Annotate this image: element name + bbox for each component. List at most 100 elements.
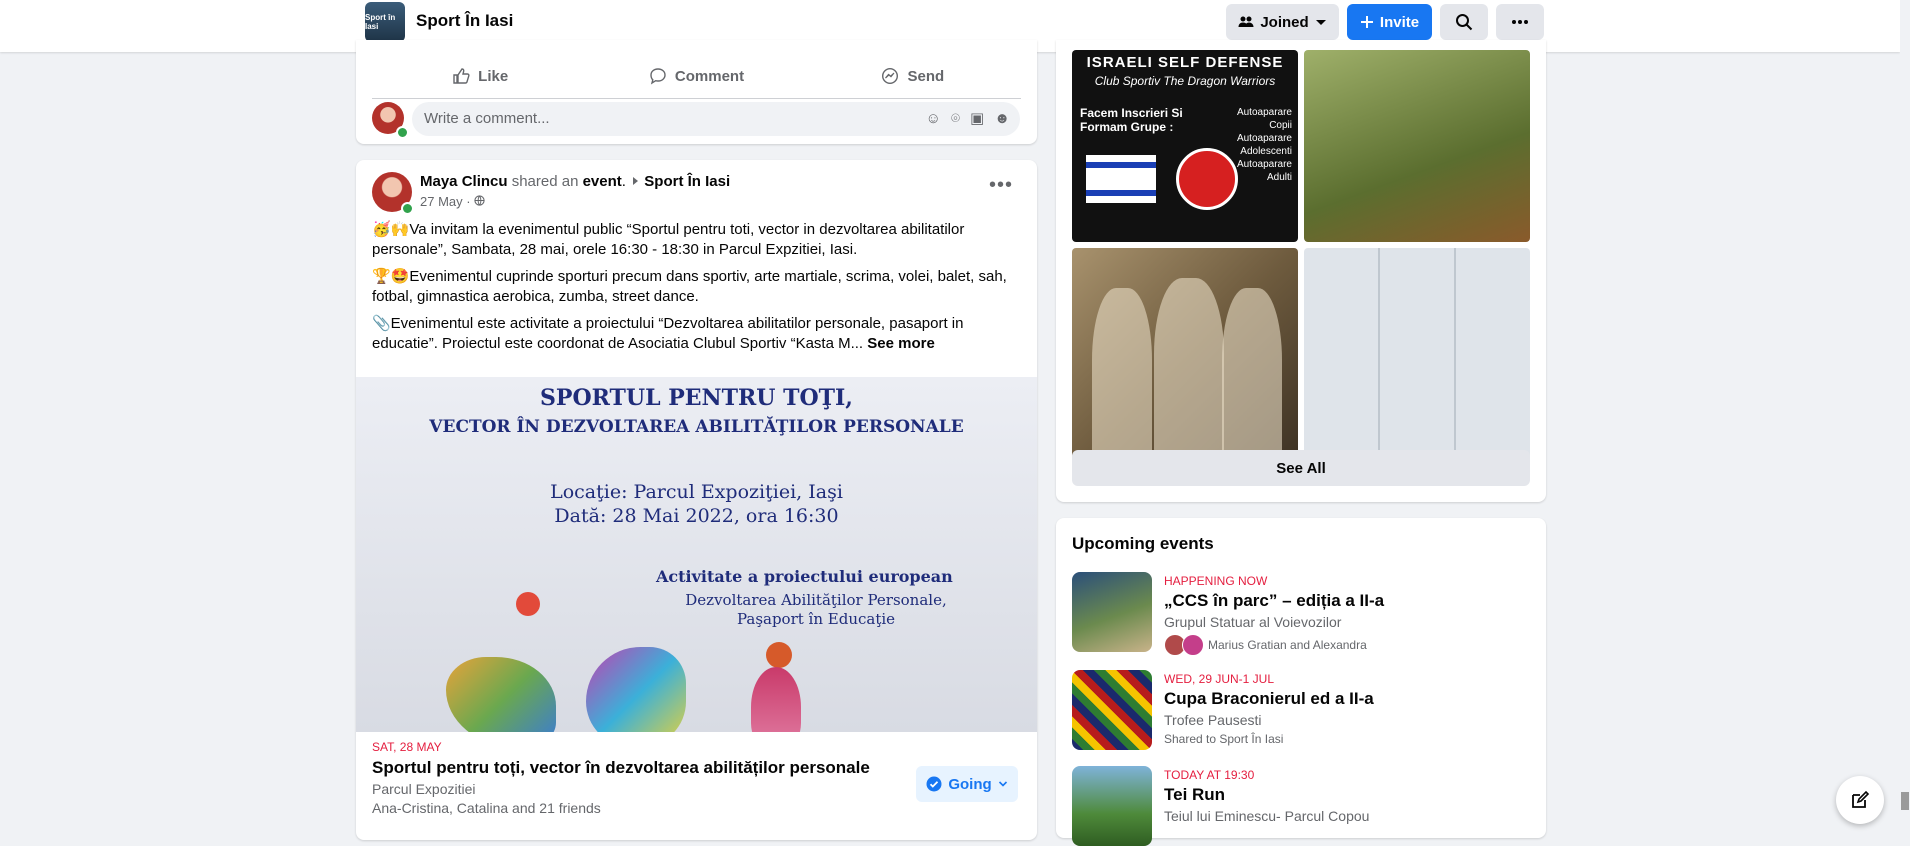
camera-icon[interactable]: ⌾	[951, 102, 960, 136]
event-attendees: Marius Gratian and Alexandra	[1164, 634, 1384, 656]
like-button[interactable]: Like	[372, 54, 588, 98]
upcoming-events-card: Upcoming events HAPPENING NOW „CCS în pa…	[1056, 518, 1546, 846]
chevron-down-icon	[998, 781, 1007, 787]
event-name[interactable]: „CCS în parc” – ediția a II-a	[1164, 591, 1384, 611]
shared-text: shared an	[507, 173, 583, 190]
joined-button[interactable]: Joined	[1226, 4, 1339, 40]
group-name[interactable]: Sport În Iasi	[416, 11, 513, 31]
send-button[interactable]: Send	[805, 54, 1021, 98]
online-status-dot	[396, 126, 409, 139]
poster-ball-figure	[766, 642, 792, 668]
upcoming-event-item[interactable]: HAPPENING NOW „CCS în parc” – ediția a I…	[1072, 572, 1532, 656]
shared-period: .	[621, 173, 626, 190]
post-header: Maya Clincu shared an event. Sport În Ia…	[420, 173, 730, 190]
author-name[interactable]: Maya Clincu	[420, 173, 508, 190]
post-options-icon[interactable]: •••	[989, 174, 1013, 197]
gif-icon[interactable]: ▣	[970, 102, 984, 136]
poster-ball-figure	[516, 592, 540, 616]
attendee-names: Marius Gratian and Alexandra	[1208, 638, 1367, 652]
event-date: TODAY AT 19:30	[1164, 768, 1255, 782]
new-message-button[interactable]	[1836, 776, 1884, 824]
scrollbar-thumb[interactable]	[1901, 792, 1909, 810]
media-photo[interactable]: ISRAELI SELF DEFENSE Club Sportiv The Dr…	[1072, 50, 1298, 242]
send-label: Send	[907, 67, 945, 85]
page-scrollbar[interactable]	[1900, 0, 1910, 823]
poster-date: Dată: 28 Mai 2022, ora 16:30	[554, 505, 839, 527]
flag-image	[1086, 155, 1156, 203]
media-photo[interactable]	[1072, 248, 1298, 474]
upcoming-events-title: Upcoming events	[1072, 534, 1214, 553]
upcoming-event-item[interactable]: TODAY AT 19:30 Tei Run Teiul lui Eminesc…	[1072, 766, 1532, 846]
going-label: Going	[948, 775, 992, 793]
comment-placeholder: Write a comment...	[424, 110, 550, 127]
event-location: Parcul Expozitiei	[372, 781, 476, 797]
poster-athlete-figure	[586, 647, 686, 732]
event-meta: WED, 29 JUN-1 JUL Cupa Braconierul ed a …	[1164, 672, 1374, 746]
sticker-icon[interactable]: ☻	[994, 102, 1010, 136]
author-online-dot	[401, 202, 414, 215]
comment-input-tools: ☺ ⌾ ▣ ☻	[926, 102, 1010, 136]
poster-project-name: Dezvoltarea Abilităţilor Personale, Paşa…	[685, 591, 947, 628]
boxer-figure	[1222, 288, 1282, 468]
event-name[interactable]: Cupa Braconierul ed a II-a	[1164, 689, 1374, 709]
club-logo	[1176, 148, 1238, 210]
shared-object-link[interactable]: event	[583, 173, 622, 190]
event-meta: HAPPENING NOW „CCS în parc” – ediția a I…	[1164, 574, 1384, 656]
post-date-text: 27 May ·	[420, 194, 471, 209]
comment-input[interactable]: Write a comment... ☺ ⌾ ▣ ☻	[412, 102, 1020, 136]
feed-post: Maya Clincu shared an event. Sport În Ia…	[356, 160, 1037, 840]
compose-icon	[1852, 790, 1870, 808]
event-date: SAT, 28 MAY	[372, 740, 442, 754]
upcoming-event-item[interactable]: WED, 29 JUN-1 JUL Cupa Braconierul ed a …	[1072, 670, 1532, 750]
poster-project-label: Activitate a proiectului european	[656, 567, 953, 586]
event-organizer: Teiul lui Eminescu- Parcul Copou	[1164, 808, 1370, 824]
more-options-button[interactable]	[1496, 4, 1544, 40]
event-shared-note: Shared to Sport În Iasi	[1164, 732, 1284, 746]
post-paragraph: 🥳🙌Va invitam la evenimentul public “Spor…	[372, 221, 965, 258]
invite-button[interactable]: Invite	[1347, 4, 1432, 40]
messenger-icon	[882, 67, 899, 85]
event-organizer: Trofee Pausesti	[1164, 712, 1262, 728]
post-group-link[interactable]: Sport În Iasi	[644, 173, 730, 190]
like-label: Like	[478, 67, 509, 85]
triangle-right-icon	[633, 177, 639, 185]
event-friends-going: Ana-Cristina, Catalina and 21 friends	[372, 800, 601, 816]
comment-label: Comment	[674, 67, 745, 85]
poster-location: Locaţie: Parcul Expoziţiei, Iaşi	[550, 481, 843, 503]
emoji-icon[interactable]: ☺	[926, 102, 941, 136]
event-details[interactable]: SAT, 28 MAY Sportul pentru toți, vector …	[372, 740, 932, 816]
event-cover-image[interactable]: SPORTUL PENTRU TOŢI, VECTOR ÎN DEZVOLTAR…	[356, 377, 1037, 732]
event-date: WED, 29 JUN-1 JUL	[1164, 672, 1275, 686]
poster-subtitle: VECTOR ÎN DEZVOLTAREA ABILITĂŢILOR PERSO…	[429, 417, 964, 437]
event-meta: TODAY AT 19:30 Tei Run Teiul lui Eminesc…	[1164, 768, 1369, 824]
group-thumb-text: Sport în Iasi	[365, 13, 396, 31]
photo-text: ISRAELI SELF DEFENSE	[1086, 54, 1284, 71]
post-action-bar: Like Comment Send	[372, 54, 1021, 99]
invite-label: Invite	[1379, 13, 1420, 31]
photo-text: Facem Inscrieri Si Formam Grupe :	[1080, 106, 1183, 134]
previous-post-footer: Like Comment Send Write a comment... ☺ ⌾…	[356, 40, 1037, 144]
post-paragraph: 🏆🤩Evenimentul cuprinde sporturi precum d…	[372, 268, 1007, 305]
joined-label: Joined	[1260, 13, 1309, 31]
group-members-icon	[1238, 16, 1254, 27]
group-cover-thumbnail[interactable]: Sport în Iasi	[365, 2, 405, 42]
going-button[interactable]: Going	[916, 766, 1018, 802]
caret-down-icon	[1315, 20, 1326, 25]
poster-athlete-figure	[446, 657, 556, 732]
media-photo[interactable]	[1304, 50, 1530, 242]
search-icon	[1456, 14, 1473, 31]
event-thumbnail	[1072, 572, 1152, 652]
post-paragraph: 📎Evenimentul este activitate a proiectul…	[372, 314, 1022, 354]
event-title[interactable]: Sportul pentru toți, vector în dezvoltar…	[372, 758, 932, 778]
thumbs-up-icon	[453, 68, 470, 84]
see-more-link[interactable]: See more	[867, 335, 935, 352]
plus-icon	[1360, 16, 1373, 28]
more-dots-icon	[1512, 20, 1528, 24]
comment-button[interactable]: Comment	[588, 54, 804, 98]
search-button[interactable]	[1440, 4, 1488, 40]
media-photo[interactable]	[1304, 248, 1530, 474]
event-name[interactable]: Tei Run	[1164, 785, 1369, 805]
boxer-figure	[1092, 288, 1152, 468]
see-all-button[interactable]: See All	[1072, 450, 1530, 486]
post-timestamp[interactable]: 27 May ·	[420, 194, 485, 209]
